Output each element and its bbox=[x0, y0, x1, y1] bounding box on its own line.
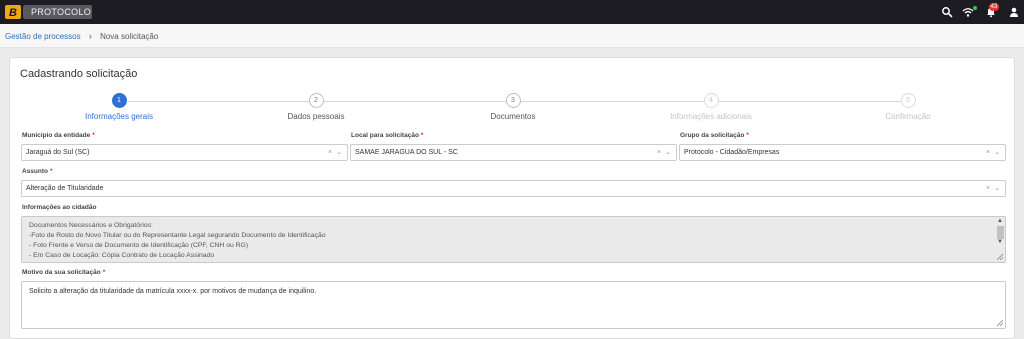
step-number: 4 bbox=[703, 93, 719, 108]
step-number: 5 bbox=[900, 93, 916, 108]
municipio-label: Município da entidade * bbox=[22, 132, 95, 139]
breadcrumb: Gestão de processos › Nova solicitação bbox=[0, 24, 1024, 48]
chevron-down-icon[interactable]: ⌄ bbox=[665, 149, 671, 156]
online-status-dot bbox=[973, 6, 977, 10]
user-icon[interactable] bbox=[1008, 6, 1020, 18]
required-marker: * bbox=[50, 168, 53, 175]
local-select[interactable]: SAMAE JARAGUA DO SUL - SC × ⌄ bbox=[350, 144, 677, 161]
info-line: - Foto Frente e Verso de Documento de Id… bbox=[29, 242, 249, 249]
step-informacoes-adicionais: 4 Informações adicionais bbox=[631, 93, 791, 121]
step-number: 1 bbox=[111, 93, 127, 108]
clear-icon[interactable]: × bbox=[328, 149, 332, 156]
step-number: 2 bbox=[308, 93, 324, 108]
required-marker: * bbox=[746, 132, 749, 139]
form-card: Cadastrando solicitação 1 Informações ge… bbox=[9, 57, 1015, 339]
informacoes-textarea[interactable]: Documentos Necessários e Obrigatórios: -… bbox=[21, 216, 1006, 263]
informacoes-content: Documentos Necessários e Obrigatórios: -… bbox=[29, 221, 326, 261]
step-label: Informações adicionais bbox=[670, 112, 752, 121]
step-label: Confirmação bbox=[885, 112, 931, 121]
step-label: Dados pessoais bbox=[287, 112, 345, 121]
required-marker: * bbox=[92, 132, 95, 139]
logo-icon[interactable]: B bbox=[5, 5, 21, 19]
assunto-select[interactable]: Alteração de Titularidade × ⌄ bbox=[21, 180, 1006, 197]
info-line: -Foto de Rosto do Novo Titular ou do Rep… bbox=[29, 232, 326, 239]
info-line: - Em Caso de Locação: Cópia Contrato de … bbox=[29, 252, 215, 259]
required-marker: * bbox=[102, 269, 106, 276]
municipio-select[interactable]: Jaraguá do Sul (SC) × ⌄ bbox=[21, 144, 348, 161]
grupo-label: Grupo da solicitação * bbox=[680, 132, 749, 139]
motivo-value: Solicito a alteração da titularidade da … bbox=[29, 288, 317, 295]
clear-icon[interactable]: × bbox=[986, 185, 990, 192]
clear-icon[interactable]: × bbox=[986, 149, 990, 156]
breadcrumb-link-gestao[interactable]: Gestão de processos bbox=[5, 32, 81, 41]
assunto-label: Assunto * bbox=[22, 168, 53, 175]
clear-icon[interactable]: × bbox=[657, 149, 661, 156]
breadcrumb-separator: › bbox=[88, 31, 92, 41]
step-dados-pessoais[interactable]: 2 Dados pessoais bbox=[236, 93, 396, 121]
chevron-down-icon[interactable]: ⌄ bbox=[336, 149, 342, 156]
resize-handle-icon[interactable] bbox=[997, 320, 1003, 326]
step-informacoes-gerais[interactable]: 1 Informações gerais bbox=[39, 93, 199, 121]
svg-text:B: B bbox=[9, 7, 17, 19]
required-marker: * bbox=[420, 132, 424, 139]
step-label: Informações gerais bbox=[84, 112, 154, 121]
assunto-value: Alteração de Titularidade bbox=[26, 185, 104, 192]
step-label: Documentos bbox=[490, 112, 536, 121]
local-value: SAMAE JARAGUA DO SUL - SC bbox=[355, 149, 458, 156]
breadcrumb-current: Nova solicitação bbox=[100, 32, 159, 41]
step-confirmacao: 5 Confirmação bbox=[828, 93, 988, 121]
step-documentos[interactable]: 3 Documentos bbox=[433, 93, 593, 121]
scroll-up-icon[interactable]: ▲ bbox=[997, 218, 1003, 224]
step-number: 3 bbox=[505, 93, 521, 108]
app-name-badge[interactable]: PROTOCOLO bbox=[23, 5, 92, 19]
notification-count-badge: 43 bbox=[989, 3, 999, 11]
informacoes-label: Informações ao cidadão bbox=[22, 204, 97, 211]
motivo-textarea[interactable]: Solicito a alteração da titularidade da … bbox=[21, 281, 1006, 329]
chevron-down-icon[interactable]: ⌄ bbox=[994, 185, 1000, 192]
chevron-down-icon[interactable]: ⌄ bbox=[994, 149, 1000, 156]
motivo-label: Motivo da sua solicitação * bbox=[22, 269, 106, 276]
info-line: Documentos Necessários e Obrigatórios: bbox=[29, 222, 153, 229]
page-title: Cadastrando solicitação bbox=[20, 68, 138, 80]
scroll-thumb[interactable] bbox=[997, 226, 1004, 239]
municipio-value: Jaraguá do Sul (SC) bbox=[26, 149, 90, 156]
grupo-value: Protocolo - Cidadão/Empresas bbox=[684, 149, 780, 156]
grupo-select[interactable]: Protocolo - Cidadão/Empresas × ⌄ bbox=[679, 144, 1006, 161]
scroll-down-icon[interactable]: ▼ bbox=[997, 239, 1003, 245]
resize-handle-icon[interactable] bbox=[997, 254, 1003, 260]
top-bar: B PROTOCOLO 43 bbox=[0, 0, 1024, 24]
search-icon[interactable] bbox=[941, 6, 953, 18]
local-label: Local para solicitação * bbox=[351, 132, 424, 139]
